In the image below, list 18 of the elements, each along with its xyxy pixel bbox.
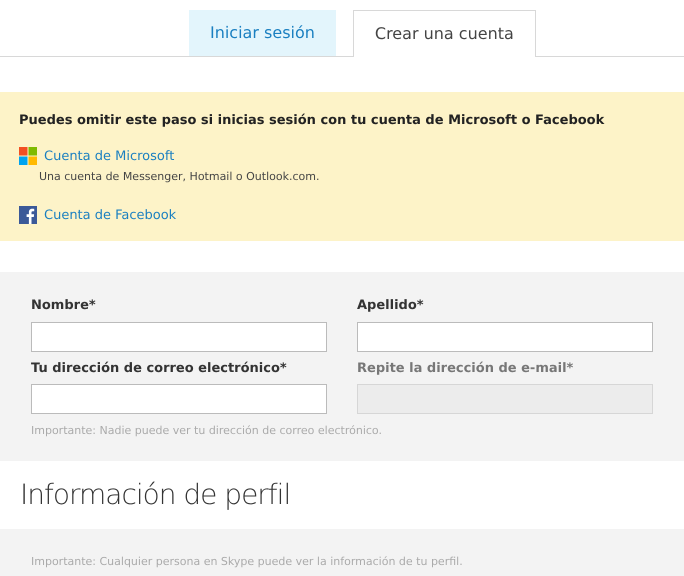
input-field[interactable]	[31, 322, 327, 352]
f-letter-icon	[19, 206, 37, 224]
account-link[interactable]: Cuenta de Microsoft	[44, 146, 174, 166]
tab[interactable]: Iniciar sesión	[189, 10, 336, 56]
section-heading: Puedes omitir este paso si inicias sesión con tu cuenta de Microsoft o Facebook	[19, 112, 606, 130]
input-field[interactable]	[357, 322, 653, 352]
privacy-note: Importante: Nadie puede ver tu dirección de correo electrónico.	[31, 423, 383, 439]
privacy-note: Importante: Cualquier persona en Skype puede ver la información de tu perfil.	[31, 554, 464, 570]
field-label: Nombre*	[31, 297, 97, 315]
input-field[interactable]	[31, 384, 327, 414]
four-squares-icon	[19, 147, 37, 166]
account-link[interactable]: Cuenta de Facebook	[44, 206, 176, 225]
section-title: Información de perfil	[20, 477, 290, 513]
field-label: Tu dirección de correo electrónico*	[31, 360, 288, 378]
field-label: Repite la dirección de e-mail*	[357, 360, 574, 378]
field-label: Apellido*	[357, 297, 425, 315]
account-description: Una cuenta de Messenger, Hotmail o Outlook.com.	[39, 169, 320, 185]
tab[interactable]: Crear una cuenta	[352, 10, 536, 57]
